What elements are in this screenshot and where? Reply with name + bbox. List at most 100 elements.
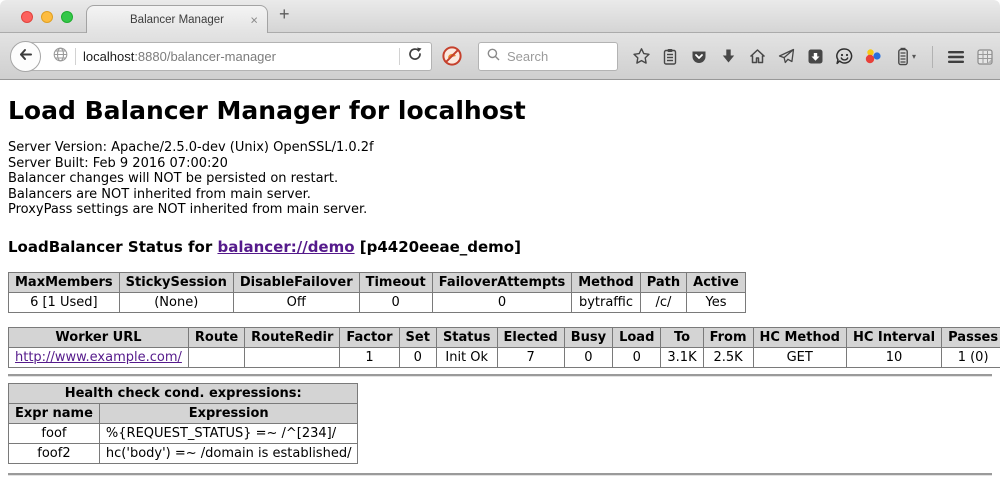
reading-list-icon[interactable] — [660, 47, 680, 67]
toolbar-divider — [932, 46, 933, 68]
col-stickysession: StickySession — [119, 272, 233, 292]
proxypass-note-line: ProxyPass settings are NOT inherited fro… — [8, 202, 992, 218]
back-button[interactable] — [10, 41, 41, 72]
cell-status: Init Ok — [436, 347, 497, 367]
cell-disablefailover: Off — [233, 292, 359, 312]
urlbar-divider — [75, 48, 76, 65]
cell-stickysession: (None) — [119, 292, 233, 312]
home-icon[interactable] — [747, 47, 767, 67]
search-bar[interactable]: Search — [478, 42, 618, 71]
col-path: Path — [640, 272, 686, 292]
downloads-icon[interactable] — [718, 47, 738, 67]
col-passes: Passes — [942, 327, 1000, 347]
cell-worker-url: http://www.example.com/ — [9, 347, 189, 367]
minimize-window-button[interactable] — [41, 11, 53, 23]
cell-timeout: 0 — [359, 292, 432, 312]
back-arrow-icon — [17, 46, 34, 68]
worker-status-table: Worker URL Route RouteRedir Factor Set S… — [8, 327, 1000, 368]
col-set: Set — [399, 327, 436, 347]
urlbar-divider2 — [399, 48, 400, 65]
reload-icon[interactable] — [407, 46, 423, 67]
cell-busy: 0 — [564, 347, 612, 367]
bookmark-star-icon[interactable] — [631, 47, 651, 67]
col-factor: Factor — [340, 327, 399, 347]
cell-method: bytraffic — [572, 292, 640, 312]
server-built-line: Server Built: Feb 9 2016 07:00:20 — [8, 156, 992, 172]
col-timeout: Timeout — [359, 272, 432, 292]
search-placeholder: Search — [507, 49, 548, 64]
page-title: Load Balancer Manager for localhost — [8, 96, 992, 125]
persist-note-line: Balancer changes will NOT be persisted o… — [8, 171, 992, 187]
col-failoverattempts: FailoverAttempts — [432, 272, 572, 292]
table-row: 6 [1 Used] (None) Off 0 0 bytraffic /c/ … — [9, 292, 746, 312]
col-status: Status — [436, 327, 497, 347]
zoom-window-button[interactable] — [61, 11, 73, 23]
col-expression: Expression — [99, 403, 358, 423]
col-worker-url: Worker URL — [9, 327, 189, 347]
browser-window: Balancer Manager × + localhost:8880/bala… — [0, 0, 1000, 491]
col-disablefailover: DisableFailover — [233, 272, 359, 292]
new-tab-button[interactable]: + — [279, 4, 290, 25]
search-icon — [487, 48, 500, 66]
cell-routeredir — [245, 347, 340, 367]
balancer-demo-link[interactable]: balancer://demo — [217, 238, 354, 256]
inherit-note-line: Balancers are NOT inherited from main se… — [8, 187, 992, 203]
tab-queue-icon[interactable] — [805, 47, 825, 67]
send-plane-icon[interactable] — [776, 47, 796, 67]
sidebar-grid-icon[interactable] — [975, 47, 995, 67]
cell-expr-name: foof2 — [9, 443, 100, 463]
tab-close-icon[interactable]: × — [250, 13, 258, 26]
cell-load: 0 — [613, 347, 661, 367]
pocket-icon[interactable] — [689, 47, 709, 67]
server-info: Server Version: Apache/2.5.0-dev (Unix) … — [8, 140, 992, 218]
content-block-icon[interactable] — [441, 45, 463, 72]
balancer-settings-table: MaxMembers StickySession DisableFailover… — [8, 272, 746, 313]
cell-maxmembers: 6 [1 Used] — [9, 292, 120, 312]
hamburger-menu-icon[interactable] — [946, 47, 966, 67]
cell-to: 3.1K — [661, 347, 703, 367]
cell-hc-method: GET — [753, 347, 846, 367]
cell-active: Yes — [687, 292, 746, 312]
url-host: localhost — [83, 49, 134, 64]
toolbar-icons: ▾ — [631, 33, 995, 80]
cell-route — [188, 347, 244, 367]
cell-hc-interval: 10 — [846, 347, 941, 367]
health-row: foof %{REQUEST_STATUS} =~ /^[234]/ — [9, 423, 358, 443]
table-header-row: Worker URL Route RouteRedir Factor Set S… — [9, 327, 1000, 347]
cell-failoverattempts: 0 — [432, 292, 572, 312]
col-from: From — [703, 327, 753, 347]
cell-passes: 1 (0) — [942, 347, 1000, 367]
battery-addon-icon[interactable]: ▾ — [892, 47, 919, 67]
url-path: :8880/balancer-manager — [134, 49, 276, 64]
status-suffix: [p4420eeae_demo] — [360, 238, 521, 256]
worker-row: http://www.example.com/ 1 0 Init Ok 7 0 … — [9, 347, 1000, 367]
chevron-down-icon[interactable]: ▾ — [912, 52, 916, 61]
url-text[interactable]: localhost:8880/balancer-manager — [83, 49, 392, 64]
globe-icon — [53, 47, 68, 67]
table-header-row: MaxMembers StickySession DisableFailover… — [9, 272, 746, 292]
cell-from: 2.5K — [703, 347, 753, 367]
cell-factor: 1 — [340, 347, 399, 367]
cell-path: /c/ — [640, 292, 686, 312]
url-bar[interactable]: localhost:8880/balancer-manager — [28, 42, 432, 71]
col-routeredir: RouteRedir — [245, 327, 340, 347]
divider — [8, 473, 992, 476]
cell-set: 0 — [399, 347, 436, 367]
colored-dots-addon-icon[interactable] — [863, 47, 883, 67]
tab-title: Balancer Manager — [130, 14, 224, 26]
table-header-row: Expr name Expression — [9, 403, 358, 423]
divider — [8, 374, 992, 377]
worker-url-link[interactable]: http://www.example.com/ — [15, 350, 182, 365]
chat-smiley-icon[interactable] — [834, 47, 854, 67]
cell-expression: %{REQUEST_STATUS} =~ /^[234]/ — [99, 423, 358, 443]
tab-balancer-manager[interactable]: Balancer Manager × — [86, 5, 268, 33]
close-window-button[interactable] — [21, 11, 33, 23]
cell-expression: hc('body') =~ /domain is established/ — [99, 443, 358, 463]
col-to: To — [661, 327, 703, 347]
col-hc-method: HC Method — [753, 327, 846, 347]
col-route: Route — [188, 327, 244, 347]
health-table-title: Health check cond. expressions: — [9, 383, 358, 403]
window-controls — [21, 11, 73, 23]
cell-expr-name: foof — [9, 423, 100, 443]
titlebar: Balancer Manager × + — [0, 0, 1000, 33]
